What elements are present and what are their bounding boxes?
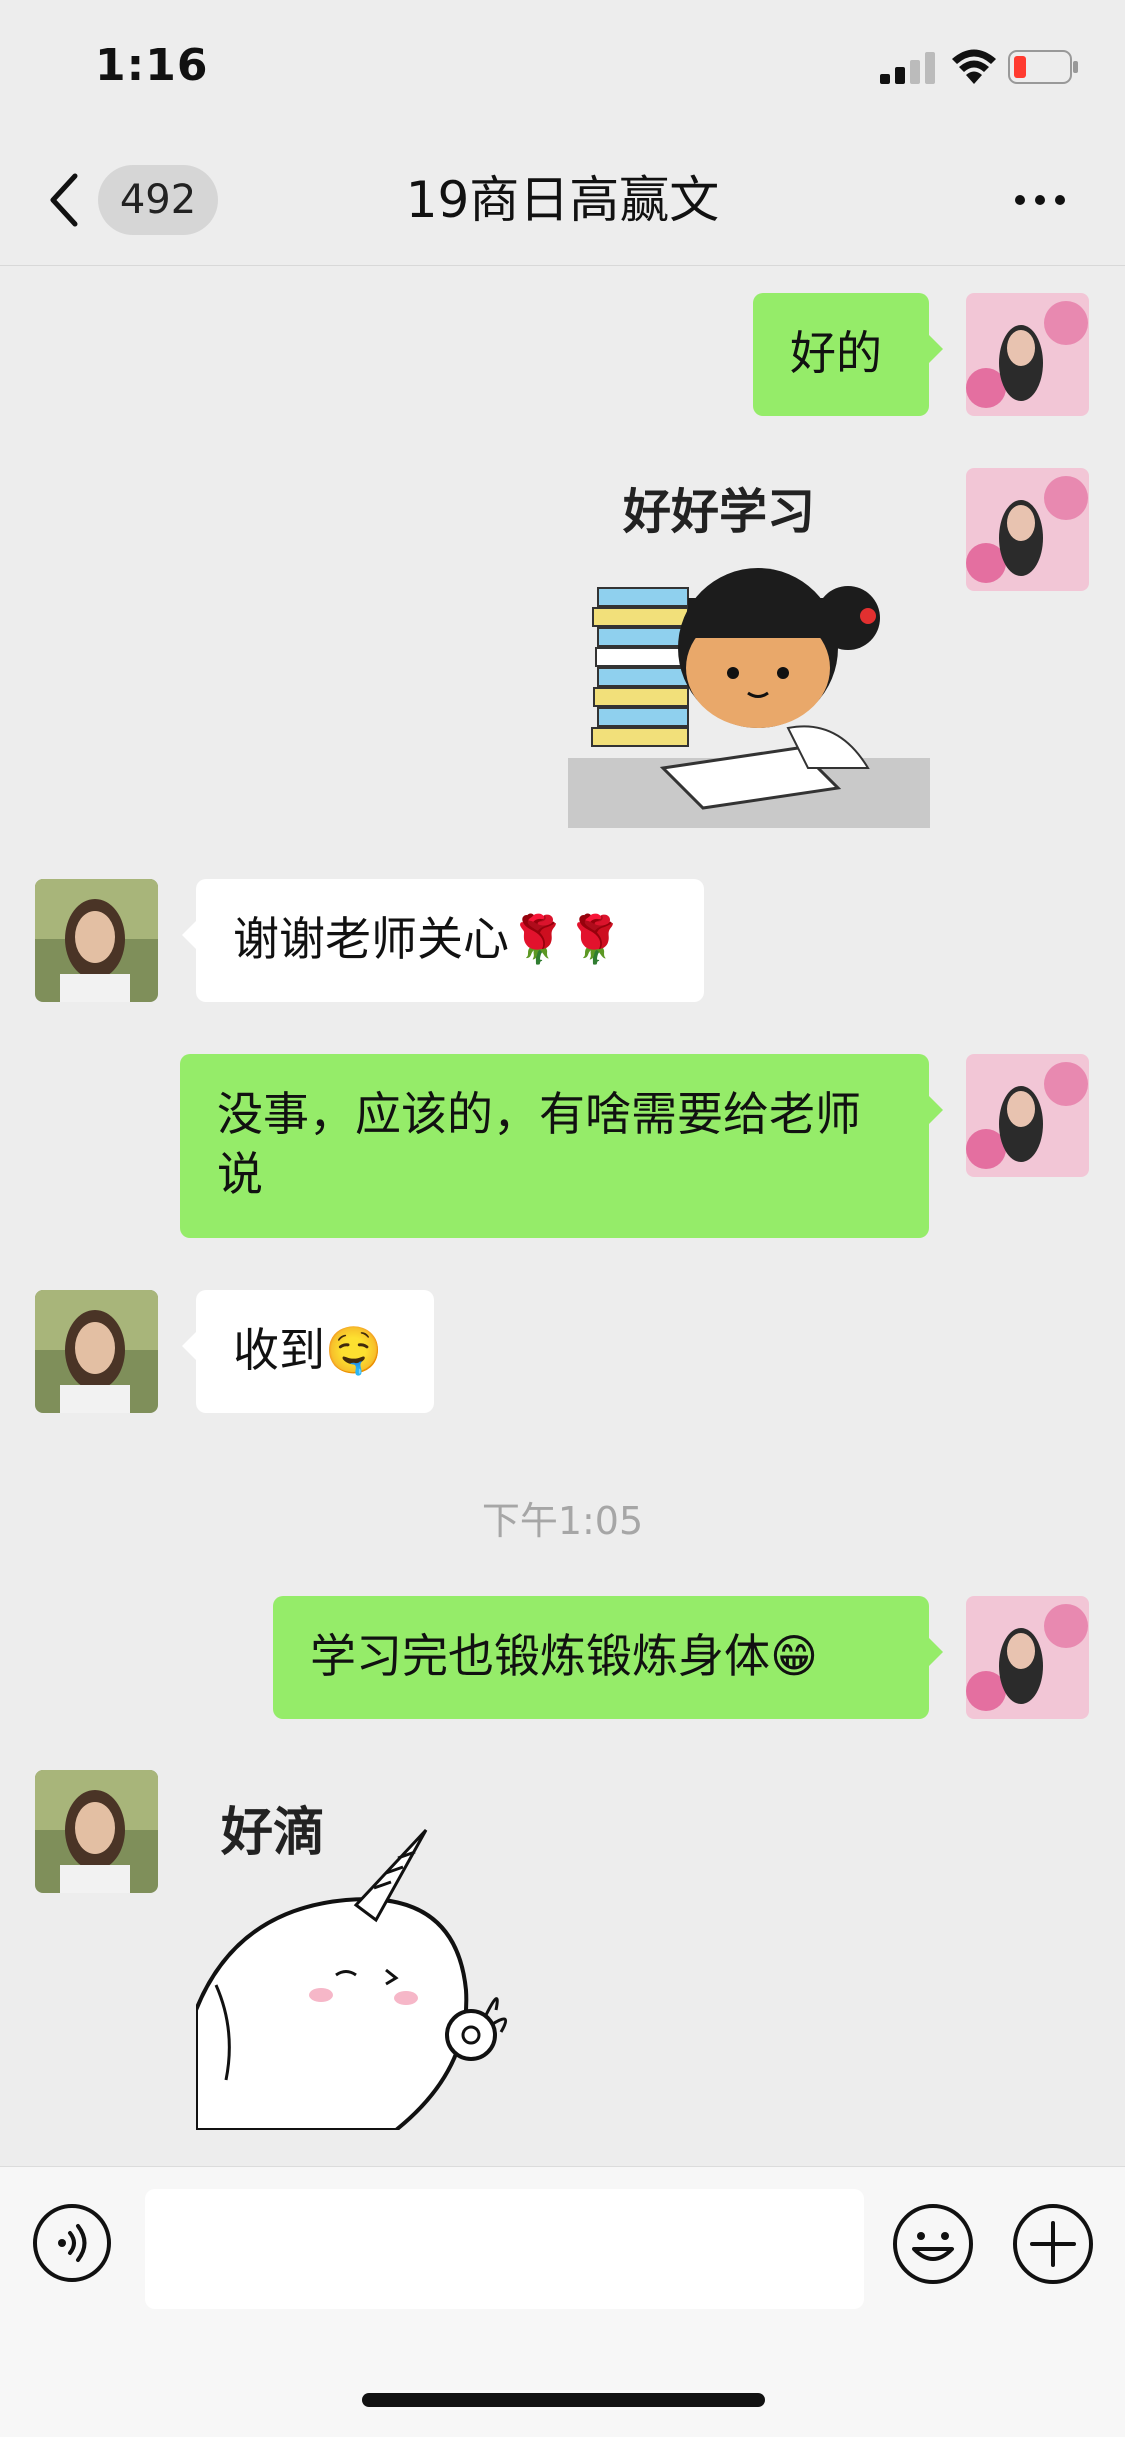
sticker-caption: 好好学习: [622, 484, 815, 540]
message-input[interactable]: [145, 2189, 864, 2309]
status-bar: 1:16: [0, 0, 1125, 135]
message-bubble-received[interactable]: 谢谢老师关心🌹🌹: [182, 879, 704, 1002]
message-timestamp: 下午1:05: [481, 1499, 644, 1543]
sticker-unicorn-ok[interactable]: 好滴: [196, 1770, 526, 2130]
message-bubble-sent[interactable]: 学习完也锻炼锻炼身体😁: [273, 1596, 943, 1719]
plus-icon[interactable]: [1012, 2203, 1094, 2285]
message-text: 谢谢老师关心🌹🌹: [233, 912, 624, 966]
avatar-contact[interactable]: [35, 879, 158, 1002]
voice-icon[interactable]: [32, 2203, 112, 2283]
chat-title: 19商日高赢文: [405, 171, 720, 229]
sticker-study-girl[interactable]: 好好学习: [568, 468, 930, 828]
wifi-icon: [952, 49, 996, 84]
avatar-self[interactable]: [966, 468, 1089, 591]
battery-icon: [1008, 50, 1078, 84]
avatar-contact[interactable]: [35, 1770, 158, 1893]
cellular-signal-icon: [880, 52, 935, 84]
avatar-contact[interactable]: [35, 1290, 158, 1413]
unread-count-badge[interactable]: 492: [98, 165, 218, 235]
sticker-caption: 好滴: [220, 1803, 325, 1863]
message-text: 好的: [790, 326, 882, 380]
message-text: 学习完也锻炼锻炼身体😁: [310, 1629, 818, 1683]
message-text: 没事，应该的，有啥需要给老师说: [217, 1087, 861, 1201]
home-indicator[interactable]: [362, 2393, 765, 2407]
chat-header: 492 19商日高赢文: [0, 135, 1125, 266]
status-time: 1:16: [95, 40, 209, 91]
message-bubble-sent[interactable]: 好的: [753, 293, 943, 416]
avatar-self[interactable]: [966, 293, 1089, 416]
avatar-self[interactable]: [966, 1054, 1089, 1177]
more-dots-icon[interactable]: [1010, 175, 1070, 225]
message-bubble-sent[interactable]: 没事，应该的，有啥需要给老师说: [180, 1054, 943, 1238]
emoji-icon[interactable]: [892, 2203, 974, 2285]
chevron-left-icon[interactable]: [45, 170, 85, 230]
message-text: 收到🤤: [233, 1323, 383, 1377]
message-bubble-received[interactable]: 收到🤤: [182, 1290, 434, 1413]
avatar-self[interactable]: [966, 1596, 1089, 1719]
